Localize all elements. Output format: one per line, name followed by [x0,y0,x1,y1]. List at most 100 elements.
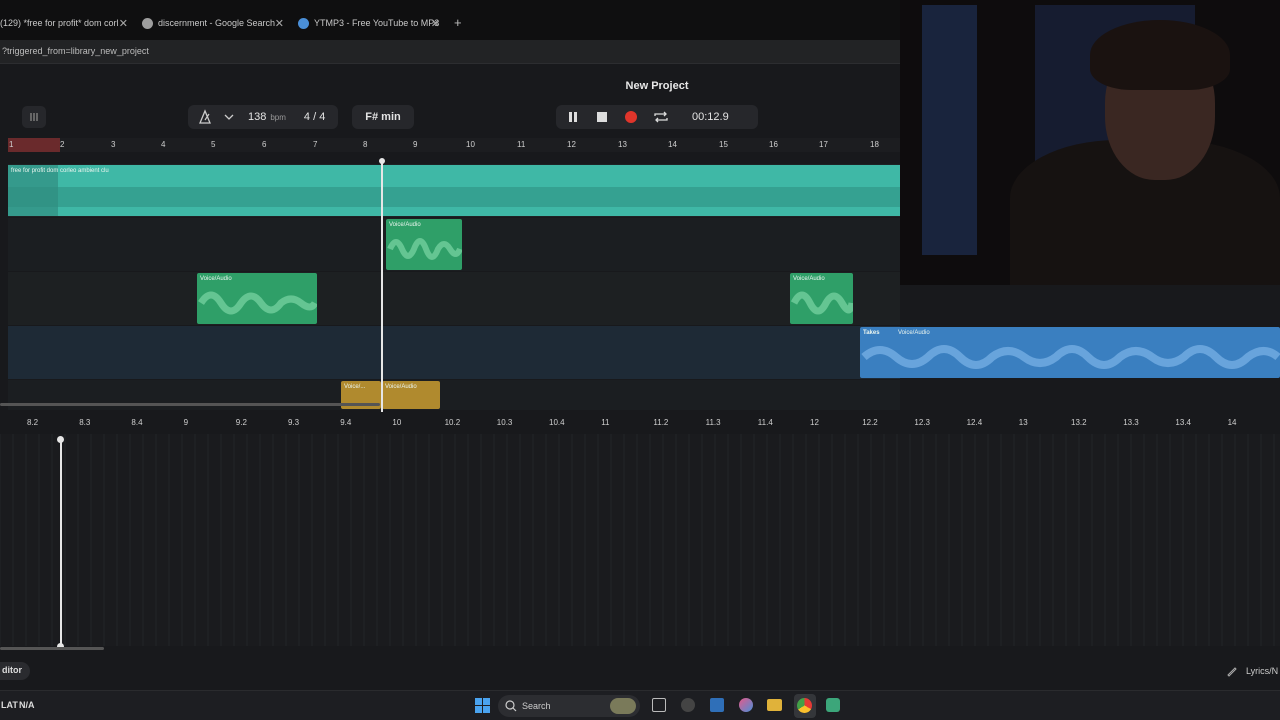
horizontal-scrollbar[interactable] [0,403,380,406]
waveform [387,238,462,260]
app-icon[interactable] [681,698,695,712]
metronome-icon[interactable] [188,105,222,129]
person-hair [1090,20,1230,90]
bpm-unit: bpm [270,112,286,122]
audio-clip-voice[interactable]: Voice/Audio [197,273,317,324]
bar-number: 2 [60,140,65,149]
app-icon[interactable] [826,698,840,712]
editor-grid [0,434,1275,646]
flat-label: LAT [1,700,18,710]
editor-ruler-label: 14 [1227,418,1237,427]
editor-ruler-label: 12.4 [966,418,983,427]
editor-scrollbar[interactable] [0,647,104,650]
editor-ruler-label: 13 [1018,418,1028,427]
editor-ruler[interactable] [0,412,1280,434]
task-view-icon[interactable] [652,698,666,712]
window-blinds [922,5,977,255]
webcam-overlay [900,0,1280,285]
editor-ruler-label: 12.2 [862,418,878,427]
bar-number: 15 [719,140,728,149]
editor-ruler-label: 9.2 [235,418,247,427]
tab-3-title: YTMP3 - Free YouTube to MP3 [314,18,440,28]
editor-ruler-label: 10.2 [444,418,461,427]
transport-controls: 00:12.9 [556,105,758,129]
editor-ruler-label: 9.4 [340,418,352,427]
bpm-value[interactable]: 138 [248,111,266,123]
pause-icon[interactable] [556,105,588,129]
lyrics-label: Lyrics/N [1246,666,1279,676]
browser-tab-2[interactable]: discernment - Google Search ✕ [142,10,284,36]
audio-clip-beat[interactable]: free for profit dom corleo ambient clu [8,165,900,216]
audio-clip-voice[interactable]: Voice/Audio [386,219,462,270]
editor-ruler-label: 10 [392,418,402,427]
bar-number: 4 [161,140,166,149]
takes-label: Takes [863,330,880,336]
bar-number: 17 [819,140,828,149]
track-lane-takes [8,326,900,379]
editor-ruler-label: 8.2 [27,418,39,427]
bar-number: 10 [466,140,475,149]
bar-number: 12 [567,140,576,149]
close-icon[interactable]: ✕ [275,17,284,30]
time-signature[interactable]: 4 / 4 [304,111,325,123]
waveform [198,291,317,315]
chevron-down-icon[interactable] [222,105,236,129]
editor-ruler-label: 13.2 [1071,418,1087,427]
globe-icon [298,17,309,29]
search-icon [505,700,517,712]
editor-panel [0,434,1280,646]
waveform [861,345,1280,369]
waveform [790,291,853,315]
url-text: ?triggered_from=library_new_project [2,46,149,56]
clip-label: Voice/Audio [385,384,417,390]
editor-ruler-label: 12 [810,418,819,427]
clip-label: Voice/Audio [200,276,232,282]
lyrics-button[interactable]: Lyrics/N [1224,662,1280,680]
taskbar-search[interactable]: Search [498,695,640,717]
key-selector[interactable]: F# min [352,105,414,129]
playhead[interactable] [381,160,383,412]
audio-clip-voice[interactable]: Voice/Audio [382,381,440,409]
grid-icon [30,113,38,121]
loop-region[interactable] [8,138,60,152]
search-highlight-icon [610,698,636,714]
track-lane-voice-2 [8,272,900,325]
bar-number: 1 [9,140,14,149]
record-icon[interactable] [616,105,646,129]
bar-number: 16 [769,140,778,149]
copilot-icon[interactable] [739,698,753,712]
timeline-ruler[interactable] [8,138,900,152]
pencil-icon [1227,667,1237,677]
address-bar[interactable]: ?triggered_from=library_new_project [0,40,900,64]
editor-ruler-label: 11.2 [653,418,669,427]
audio-clip-voice[interactable]: Voice/Audio [790,273,853,324]
close-icon[interactable]: ✕ [431,17,440,30]
app-icon[interactable] [710,698,724,712]
editor-playhead-handle[interactable] [57,436,64,443]
editor-ruler-label: 11 [601,418,610,427]
loop-icon[interactable] [646,105,676,129]
audio-clip-takes[interactable]: Takes Voice/Audio [860,327,1280,378]
clip-label: Voice/Audio [389,222,421,228]
chrome-icon[interactable] [797,698,812,713]
playhead-handle[interactable] [379,158,385,164]
close-icon[interactable]: ✕ [119,17,128,30]
clip-label: Voice/... [344,384,366,390]
browser-tab-3[interactable]: YTMP3 - Free YouTube to MP3 ✕ [298,10,440,36]
folder-icon[interactable] [767,699,782,711]
sidebar-toggle-button[interactable] [22,106,46,128]
editor-tab-button[interactable]: ditor [0,662,30,680]
new-tab-button[interactable]: + [454,15,462,30]
bar-number: 7 [313,140,318,149]
tab-1-title: (129) *free for profit* dom corl [0,18,119,28]
browser-tab-1[interactable]: (129) *free for profit* dom corl ✕ [0,10,128,36]
bar-number: 9 [413,140,418,149]
bar-number: 14 [668,140,677,149]
bar-number: 13 [618,140,627,149]
windows-start-icon[interactable] [474,697,492,715]
stop-icon[interactable] [588,105,616,129]
bar-number: 8 [363,140,368,149]
editor-ruler-label: 8.4 [131,418,143,427]
editor-ruler-label: 12.3 [914,418,930,427]
editor-playhead[interactable] [60,438,62,646]
